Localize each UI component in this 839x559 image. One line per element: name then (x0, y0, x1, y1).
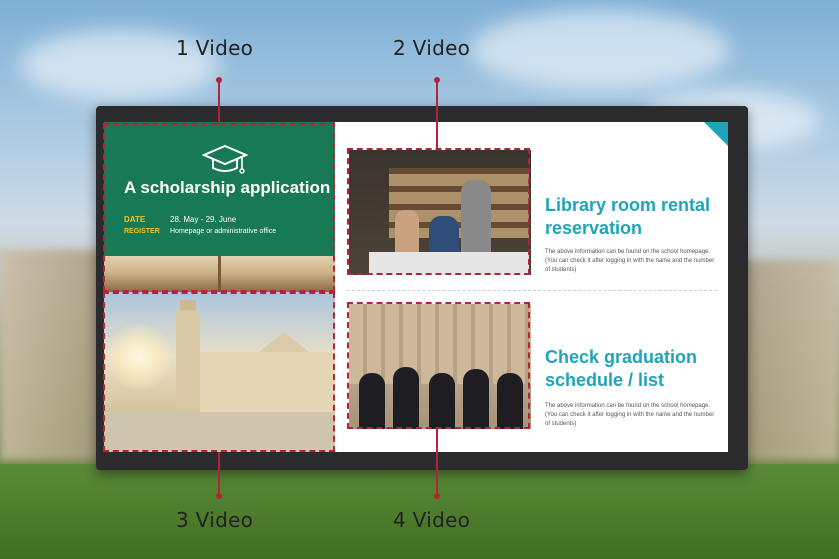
callout-video-1: 1 Video (176, 36, 254, 60)
cloud (470, 10, 730, 90)
corner-accent (704, 122, 728, 146)
graduation-note: The above information can be found on th… (545, 403, 715, 427)
pin-line-2 (436, 80, 438, 150)
graduation-heading: Check graduation schedule / list (545, 347, 698, 390)
library-note: The above information can be found on th… (545, 249, 715, 273)
library-heading: Library room rental reservation (545, 195, 711, 238)
callout-video-3: 3 Video (176, 508, 254, 532)
video-zone-2 (347, 148, 530, 275)
pin-line-1 (218, 80, 220, 124)
video-zone-1 (103, 123, 335, 292)
video-zone-3 (103, 292, 335, 452)
background-building-left (0, 250, 110, 460)
video-zone-4 (347, 302, 530, 429)
pin-dot-4 (434, 493, 440, 499)
callout-video-4: 4 Video (393, 508, 471, 532)
pin-dot-3 (216, 493, 222, 499)
section-divider (347, 290, 717, 291)
pin-line-3 (218, 452, 220, 496)
pin-line-4 (436, 428, 438, 496)
callout-video-2: 2 Video (393, 36, 471, 60)
